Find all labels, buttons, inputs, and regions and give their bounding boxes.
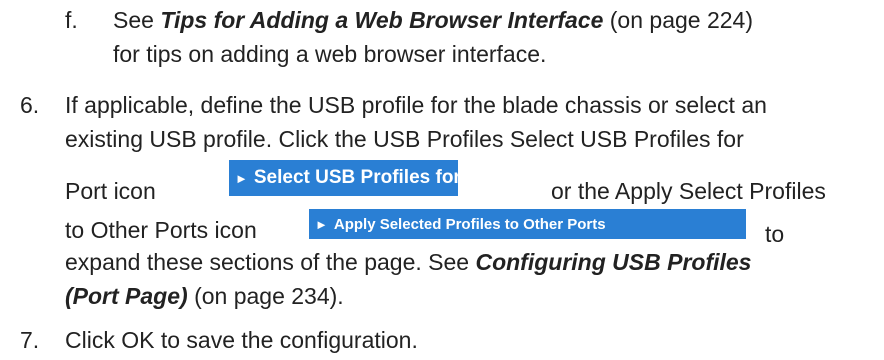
step-6-see-text: expand these sections of the page. See (65, 249, 476, 275)
select-usb-profiles-for-port-button[interactable]: ► Select USB Profiles for Port (229, 160, 504, 196)
apply-selected-profiles-button-label: Apply Selected Profiles to Other Ports (333, 215, 606, 233)
step-6-line-1: If applicable, define the USB profile fo… (65, 92, 767, 118)
play-arrow-icon: ► (235, 170, 248, 186)
step-f-prefix: See (113, 7, 161, 33)
step-6-line-3-start: Port icon (65, 178, 156, 204)
select-usb-profiles-button-label: Select USB Profiles for Port (253, 167, 505, 188)
step-6-line-2: existing USB profile. Click the USB Prof… (65, 126, 744, 152)
step-7-text: Click OK to save the configuration. (65, 327, 418, 353)
play-arrow-icon: ► (315, 216, 328, 232)
step-6-line-6: (Port Page) (on page 234). (65, 282, 344, 310)
step-6-line-4-start: to Other Ports icon (65, 217, 257, 243)
step-f-marker: f. (65, 7, 78, 33)
step-f-page-ref: (on page 224) (603, 7, 753, 33)
step-6-line-3-end: or the Apply Select Profiles (551, 178, 826, 204)
step-f-line-2: for tips on adding a web browser interfa… (113, 41, 547, 67)
step-6-marker: 6. (20, 92, 40, 118)
step-6-line-4-end: to (765, 221, 785, 247)
tips-web-browser-link[interactable]: Tips for Adding a Web Browser Interface (160, 7, 603, 33)
step-6-line-5: expand these sections of the page. See C… (65, 248, 751, 276)
configuring-usb-profiles-link-cont[interactable]: (Port Page) (65, 283, 188, 309)
step-7-marker: 7. (20, 327, 40, 353)
step-f-line-1: See Tips for Adding a Web Browser Interf… (113, 6, 753, 34)
apply-selected-profiles-button[interactable]: ► Apply Selected Profiles to Other Ports (309, 209, 746, 239)
configuring-usb-profiles-link[interactable]: Configuring USB Profiles (475, 249, 751, 275)
step-6-page-ref: (on page 234). (187, 283, 344, 309)
